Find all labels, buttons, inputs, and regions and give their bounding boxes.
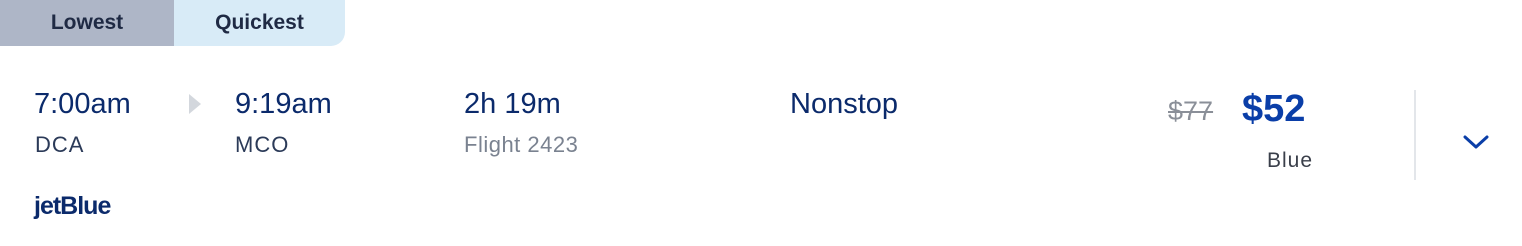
flight-result-row[interactable]: 7:00am DCA 9:19am MCO 2h 19m Flight 2423… xyxy=(0,46,1522,246)
flight-number: Flight 2423 xyxy=(464,132,579,157)
divider xyxy=(1414,90,1416,180)
chevron-down-icon xyxy=(1463,135,1489,149)
sort-tabs: Lowest Quickest xyxy=(0,0,345,46)
stops-info: Nonstop xyxy=(790,88,899,120)
tab-lowest[interactable]: Lowest xyxy=(0,0,174,46)
flight-duration: 2h 19m xyxy=(464,88,561,120)
flight-results-page: Lowest Quickest 7:00am DCA 9:19am MCO 2h… xyxy=(0,0,1522,246)
original-price: $77 xyxy=(1168,96,1214,126)
tab-quickest-label: Quickest xyxy=(215,11,304,34)
departure-time: 7:00am xyxy=(34,88,131,120)
departure-airport-code: DCA xyxy=(35,132,85,157)
arrival-time: 9:19am xyxy=(235,88,332,120)
expand-details-button[interactable] xyxy=(1450,126,1502,158)
fare-class-label: Blue xyxy=(1267,149,1314,172)
tab-quickest[interactable]: Quickest xyxy=(174,0,345,46)
sale-price[interactable]: $52 xyxy=(1242,90,1305,128)
jetblue-logo: jetBlue xyxy=(34,192,111,220)
triangle-right-icon xyxy=(189,94,201,114)
tab-lowest-label: Lowest xyxy=(50,11,124,34)
arrival-airport-code: MCO xyxy=(235,132,290,157)
